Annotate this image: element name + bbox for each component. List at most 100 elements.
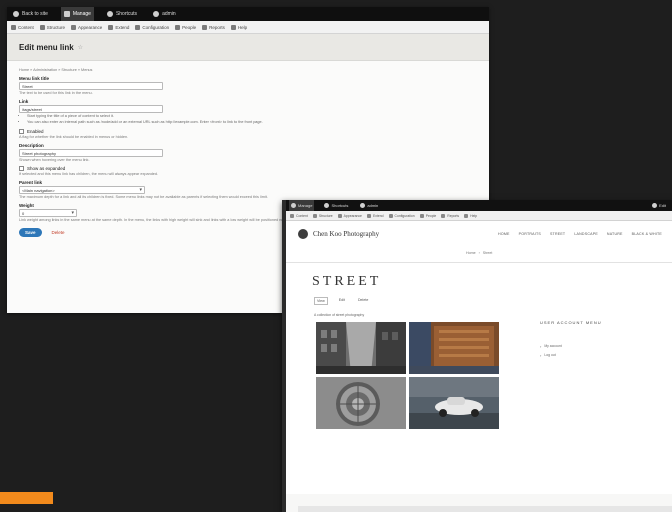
subbar-extend[interactable]: Extend (108, 24, 129, 30)
appearance-icon (337, 213, 342, 218)
weight-select[interactable]: 0 (19, 209, 77, 217)
photo-car[interactable] (409, 377, 499, 429)
toolbar-user[interactable]: admin (358, 200, 380, 211)
subbar-label: Appearance (343, 213, 362, 218)
toolbar-manage[interactable]: Manage (60, 7, 94, 21)
nav-link-street[interactable]: Street (550, 232, 565, 236)
enabled-checkbox-row[interactable]: Enabled (19, 129, 477, 134)
reports-icon (441, 213, 446, 218)
photo-city-street[interactable] (316, 322, 406, 374)
enabled-field-group: Enabled A flag for whether the link shou… (19, 129, 477, 139)
logo-icon (298, 229, 308, 239)
expanded-label: Show as expanded (27, 166, 66, 171)
user-account-menu: My account Log out (540, 342, 562, 360)
help-icon (464, 213, 469, 218)
photo-doorway[interactable] (409, 322, 499, 374)
photo-manhole[interactable] (316, 377, 406, 429)
subbar-configuration[interactable]: Configuration (388, 213, 415, 218)
breadcrumb: Home › Street (466, 251, 492, 255)
configuration-icon (388, 213, 393, 218)
admin-subbar: Content Structure Appearance Extend Conf… (7, 21, 489, 34)
breadcrumb-home[interactable]: Home (466, 251, 476, 255)
subbar-label: Help (237, 24, 248, 30)
help-icon (230, 24, 236, 30)
site-admin-toolbar: Manage Shortcuts admin Edit (286, 200, 672, 211)
nav-link-landscape[interactable]: Landscape (574, 232, 598, 236)
subbar-appearance[interactable]: Appearance (337, 213, 362, 218)
subbar-content[interactable]: Content (290, 213, 308, 218)
subbar-label: People (182, 24, 197, 30)
menu-icon (63, 11, 70, 17)
subbar-people[interactable]: People (419, 213, 436, 218)
subbar-label: Reports (447, 213, 460, 218)
configuration-icon (135, 24, 141, 30)
sidebar-link-log-out[interactable]: Log out (540, 351, 562, 360)
subbar-reports[interactable]: Reports (441, 213, 460, 218)
toolbar-label: admin (162, 11, 176, 17)
nav-link-black-white[interactable]: Black & White (632, 232, 662, 236)
expanded-description: If selected and this menu link has child… (19, 172, 159, 176)
nav-link-home[interactable]: Home (498, 232, 510, 236)
structure-icon (39, 24, 45, 30)
parent-select[interactable]: <Main navigation> (19, 186, 145, 194)
delete-link[interactable]: Delete (52, 230, 65, 235)
subbar-structure[interactable]: Structure (312, 213, 333, 218)
description-field-label: Description (19, 143, 44, 148)
parent-description: The maximum depth for a link and all its… (19, 195, 268, 199)
page-title: Edit menu link (19, 42, 74, 52)
save-button[interactable]: Save (19, 228, 42, 237)
toolbar-label: Manage (298, 203, 313, 208)
tab-delete[interactable]: Delete (356, 297, 370, 305)
toolbar-manage[interactable]: Manage (289, 200, 315, 211)
nav-link-portraits[interactable]: Portraits (519, 232, 541, 236)
nav-link-nature[interactable]: Nature (607, 232, 623, 236)
people-icon (175, 24, 181, 30)
screenshot-stage: Back to site Manage Shortcuts admin Cont… (0, 0, 672, 512)
subbar-people[interactable]: People (175, 24, 197, 30)
toolbar-shortcuts[interactable]: Shortcuts (322, 200, 350, 211)
description-field-group: Description Street photography Shown whe… (19, 143, 477, 162)
subbar-configuration[interactable]: Configuration (135, 24, 169, 30)
toolbar-back-to-site[interactable]: Back to site (10, 7, 51, 21)
help-item: You can also enter an internal path such… (27, 119, 477, 125)
subbar-help[interactable]: Help (464, 213, 477, 218)
subbar-extend[interactable]: Extend (366, 213, 384, 218)
shortcut-star-icon[interactable]: ☆ (78, 44, 83, 51)
expanded-checkbox-row[interactable]: Show as expanded (19, 166, 477, 171)
sidebar-link-my-account[interactable]: My account (540, 342, 561, 351)
enabled-checkbox[interactable] (19, 129, 24, 134)
link-field-group: Link /tags/street Start typing the title… (19, 99, 477, 125)
toolbar-label: admin (367, 203, 379, 208)
subbar-structure[interactable]: Structure (39, 24, 65, 30)
subbar-label: Content (296, 213, 308, 218)
subbar-reports[interactable]: Reports (202, 24, 225, 30)
tab-view[interactable]: View (314, 297, 328, 305)
enabled-description: A flag for whether the link should be en… (19, 135, 129, 139)
toolbar-edit[interactable]: Edit (652, 203, 666, 208)
subbar-label: Configuration (394, 213, 415, 218)
toolbar-shortcuts[interactable]: Shortcuts (104, 7, 140, 21)
description-field[interactable]: Street photography (19, 149, 163, 157)
reports-icon (202, 24, 208, 30)
pencil-icon (652, 203, 658, 208)
site-name: Chen Koo Photography (313, 230, 380, 238)
parent-field-group: Parent link <Main navigation> The maximu… (19, 180, 477, 199)
title-field-label: Menu link title (19, 76, 50, 81)
link-field-label: Link (19, 99, 29, 104)
photo-image (409, 322, 499, 374)
tab-edit[interactable]: Edit (337, 297, 347, 305)
breadcrumb[interactable]: Home » Administration » Structure » Menu… (19, 68, 477, 72)
subbar-help[interactable]: Help (230, 24, 248, 30)
parent-field-label: Parent link (19, 180, 43, 185)
toolbar-user[interactable]: admin (150, 7, 179, 21)
photo-image (316, 322, 406, 374)
orange-accent-bar (0, 492, 53, 504)
enabled-label: Enabled (27, 129, 44, 134)
subbar-appearance[interactable]: Appearance (71, 24, 102, 30)
subbar-content[interactable]: Content (11, 24, 34, 30)
content-icon (11, 24, 16, 30)
title-field-description: The text to be used for this link in the… (19, 91, 93, 95)
expanded-checkbox[interactable] (19, 166, 24, 171)
title-field[interactable]: Street (19, 82, 163, 90)
link-field[interactable]: /tags/street (19, 105, 163, 113)
